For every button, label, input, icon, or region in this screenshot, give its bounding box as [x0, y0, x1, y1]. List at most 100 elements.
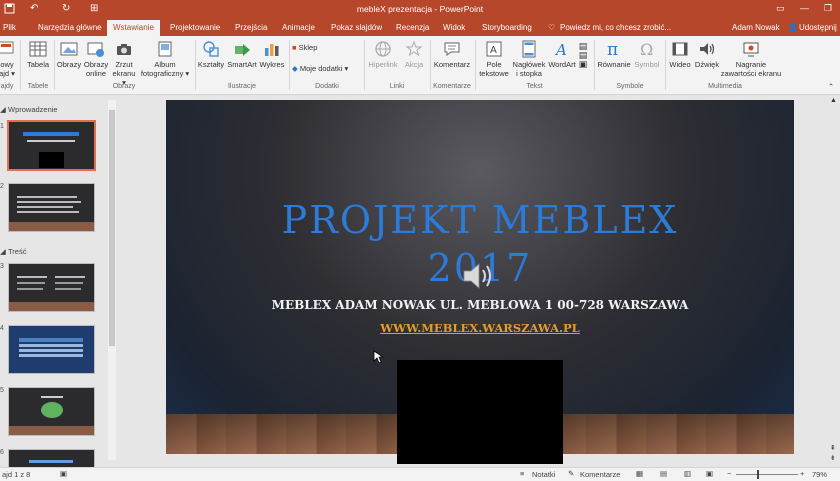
online-images-label-2: online: [85, 69, 107, 78]
screen-recording-label-1: Nagranie: [735, 60, 767, 69]
chart-button[interactable]: Wykres: [258, 40, 286, 69]
tell-me-input[interactable]: Powiedz mi, co chcesz zrobić...: [560, 23, 671, 32]
group-multimedia-label: Multimedia: [708, 83, 742, 90]
thumbnail-slide-5[interactable]: [8, 387, 95, 436]
equation-button[interactable]: π Równanie: [597, 40, 631, 69]
tab-slideshow[interactable]: Pokaz slajdów: [331, 23, 382, 32]
zoom-level[interactable]: 79%: [812, 470, 827, 479]
thumbnail-slide-4[interactable]: [8, 325, 95, 374]
store-button[interactable]: ■ Sklep: [292, 43, 332, 52]
tab-view[interactable]: Widok: [443, 23, 465, 32]
notes-button[interactable]: Notatki: [532, 470, 555, 479]
tab-insert[interactable]: Wstawianie: [107, 20, 160, 36]
scroll-up-icon[interactable]: ▲: [830, 97, 837, 104]
slide-subtitle[interactable]: MEBLEX ADAM NOWAK UL. MEBLOWA 1 00-728 W…: [166, 298, 794, 312]
comments-button[interactable]: Komentarze: [580, 470, 620, 479]
ribbon: owy ajd ▾ ajdy Tabela Tabele Obrazy Obra…: [0, 36, 840, 95]
symbol-label: Symbol: [634, 60, 660, 69]
comment-button[interactable]: Komentarz: [432, 40, 472, 69]
symbol-button[interactable]: Ω Symbol: [631, 40, 663, 69]
thumbnail-number: 3: [0, 263, 4, 270]
divider: [54, 40, 55, 90]
screenshot-button[interactable]: Zrzut ekranu ▾: [110, 40, 138, 87]
shapes-button[interactable]: Kształty: [197, 40, 225, 69]
ribbon-display-icon[interactable]: ▭: [776, 3, 785, 14]
tab-file[interactable]: Plik: [3, 23, 16, 32]
smartart-button[interactable]: SmartArt: [226, 40, 258, 69]
images-button[interactable]: Obrazy: [56, 40, 82, 69]
new-slide-label-1: owy: [0, 60, 14, 69]
group-tables-label: Tabele: [27, 83, 49, 90]
new-slide-button[interactable]: owy ajd ▾: [0, 40, 18, 78]
video-button[interactable]: Wideo: [667, 40, 693, 69]
hyperlink-button[interactable]: Hiperlink: [366, 40, 400, 69]
slide-sorter-icon[interactable]: ▤: [660, 469, 667, 478]
slideshow-view-icon[interactable]: ▣: [706, 469, 713, 478]
slide-scrollbar[interactable]: ▲ ⇞ ⇟: [828, 95, 838, 467]
section-introduction[interactable]: Wprowadzenie: [8, 105, 58, 114]
textbox-button[interactable]: A Pole tekstowe: [477, 40, 511, 78]
scroll-prev-slide-icon[interactable]: ⇞: [830, 445, 836, 452]
spellcheck-icon[interactable]: ▣: [60, 469, 67, 478]
new-slide-label-2: ajd ▾: [0, 69, 15, 78]
tab-animations[interactable]: Animacje: [282, 23, 315, 32]
tab-transitions[interactable]: Przejścia: [235, 23, 267, 32]
mouse-cursor-icon: [373, 350, 383, 364]
video-placeholder[interactable]: [397, 360, 563, 464]
thumbnail-slide-1[interactable]: [7, 120, 96, 171]
tab-storyboarding[interactable]: Storyboarding: [482, 23, 532, 32]
pi-icon: π: [607, 40, 618, 58]
textbox-label-2: tekstowe: [479, 69, 509, 78]
slide-title-line-1[interactable]: PROJEKT MEBLEX: [166, 198, 794, 242]
online-images-button[interactable]: Obrazy online: [82, 40, 110, 78]
group-illustrations-label: Ilustracje: [227, 83, 256, 90]
slide-website-link[interactable]: WWW.MEBLEX.WARSZAWA.PL: [166, 321, 794, 335]
tab-design[interactable]: Projektowanie: [170, 23, 220, 32]
notes-icon[interactable]: ≡: [520, 469, 524, 478]
screen-record-icon: [743, 42, 759, 57]
section-collapse-icon[interactable]: ◢: [0, 247, 6, 256]
share-button[interactable]: Udostępnij: [799, 23, 837, 32]
group-addins-label: Dodatki: [315, 83, 339, 90]
normal-view-icon[interactable]: ▦: [636, 469, 643, 478]
photo-album-button[interactable]: Album fotograficzny ▾: [138, 40, 192, 78]
scroll-next-slide-icon[interactable]: ⇟: [830, 455, 836, 462]
header-footer-button[interactable]: Nagłówek i stopka: [511, 40, 547, 78]
action-button[interactable]: Akcja: [401, 40, 427, 69]
thumbnails-scrollbar[interactable]: [108, 100, 116, 460]
section-content[interactable]: Treść: [8, 247, 26, 256]
zoom-slider-track[interactable]: [736, 474, 798, 475]
zoom-in-button[interactable]: +: [800, 469, 804, 478]
photo-album-label-2: fotograficzny ▾: [140, 69, 190, 78]
slide-thumbnails-panel: ◢ Wprowadzenie 1 2 ◢ Treść 3 4 5 6: [0, 95, 118, 469]
my-addins-button[interactable]: ◆ Moje dodatki ▾: [292, 64, 360, 73]
zoom-out-button[interactable]: −: [727, 469, 731, 478]
scrollbar-thumb[interactable]: [109, 110, 115, 346]
comments-icon[interactable]: ✎: [568, 469, 574, 478]
tab-home[interactable]: Narzędzia główne: [38, 23, 102, 32]
tab-review[interactable]: Recenzja: [396, 23, 429, 32]
header-footer-label-1: Nagłówek: [512, 60, 546, 69]
user-name[interactable]: Adam Nowak: [732, 23, 780, 32]
wordart-button[interactable]: A WordArt: [547, 40, 577, 69]
textbox-label-1: Pole: [486, 60, 502, 69]
globe-icon: [375, 41, 391, 57]
audio-button[interactable]: Dźwięk: [693, 40, 721, 69]
camera-icon: [117, 44, 131, 55]
zoom-slider-thumb[interactable]: [757, 470, 759, 479]
thumbnail-slide-2[interactable]: [8, 183, 95, 232]
section-collapse-icon[interactable]: ◢: [0, 105, 6, 114]
user-icon[interactable]: 👤: [788, 23, 798, 32]
collapse-ribbon-icon[interactable]: ⌃: [826, 82, 836, 91]
thumbnail-slide-3[interactable]: [8, 263, 95, 312]
restore-icon[interactable]: ❐: [824, 3, 832, 14]
screen-recording-button[interactable]: Nagranie zawartości ekranu: [720, 40, 782, 78]
minimize-icon[interactable]: —: [800, 3, 809, 13]
audio-speaker-icon[interactable]: [460, 258, 496, 294]
text-more-options[interactable]: ▤ ▤ ▣: [576, 42, 590, 69]
reading-view-icon[interactable]: ▥: [684, 469, 691, 478]
table-button[interactable]: Tabela: [24, 40, 52, 69]
hyperlink-label: Hiperlink: [368, 60, 398, 69]
thumbnail-slide-6[interactable]: [8, 449, 95, 469]
svg-text:π: π: [607, 40, 618, 58]
